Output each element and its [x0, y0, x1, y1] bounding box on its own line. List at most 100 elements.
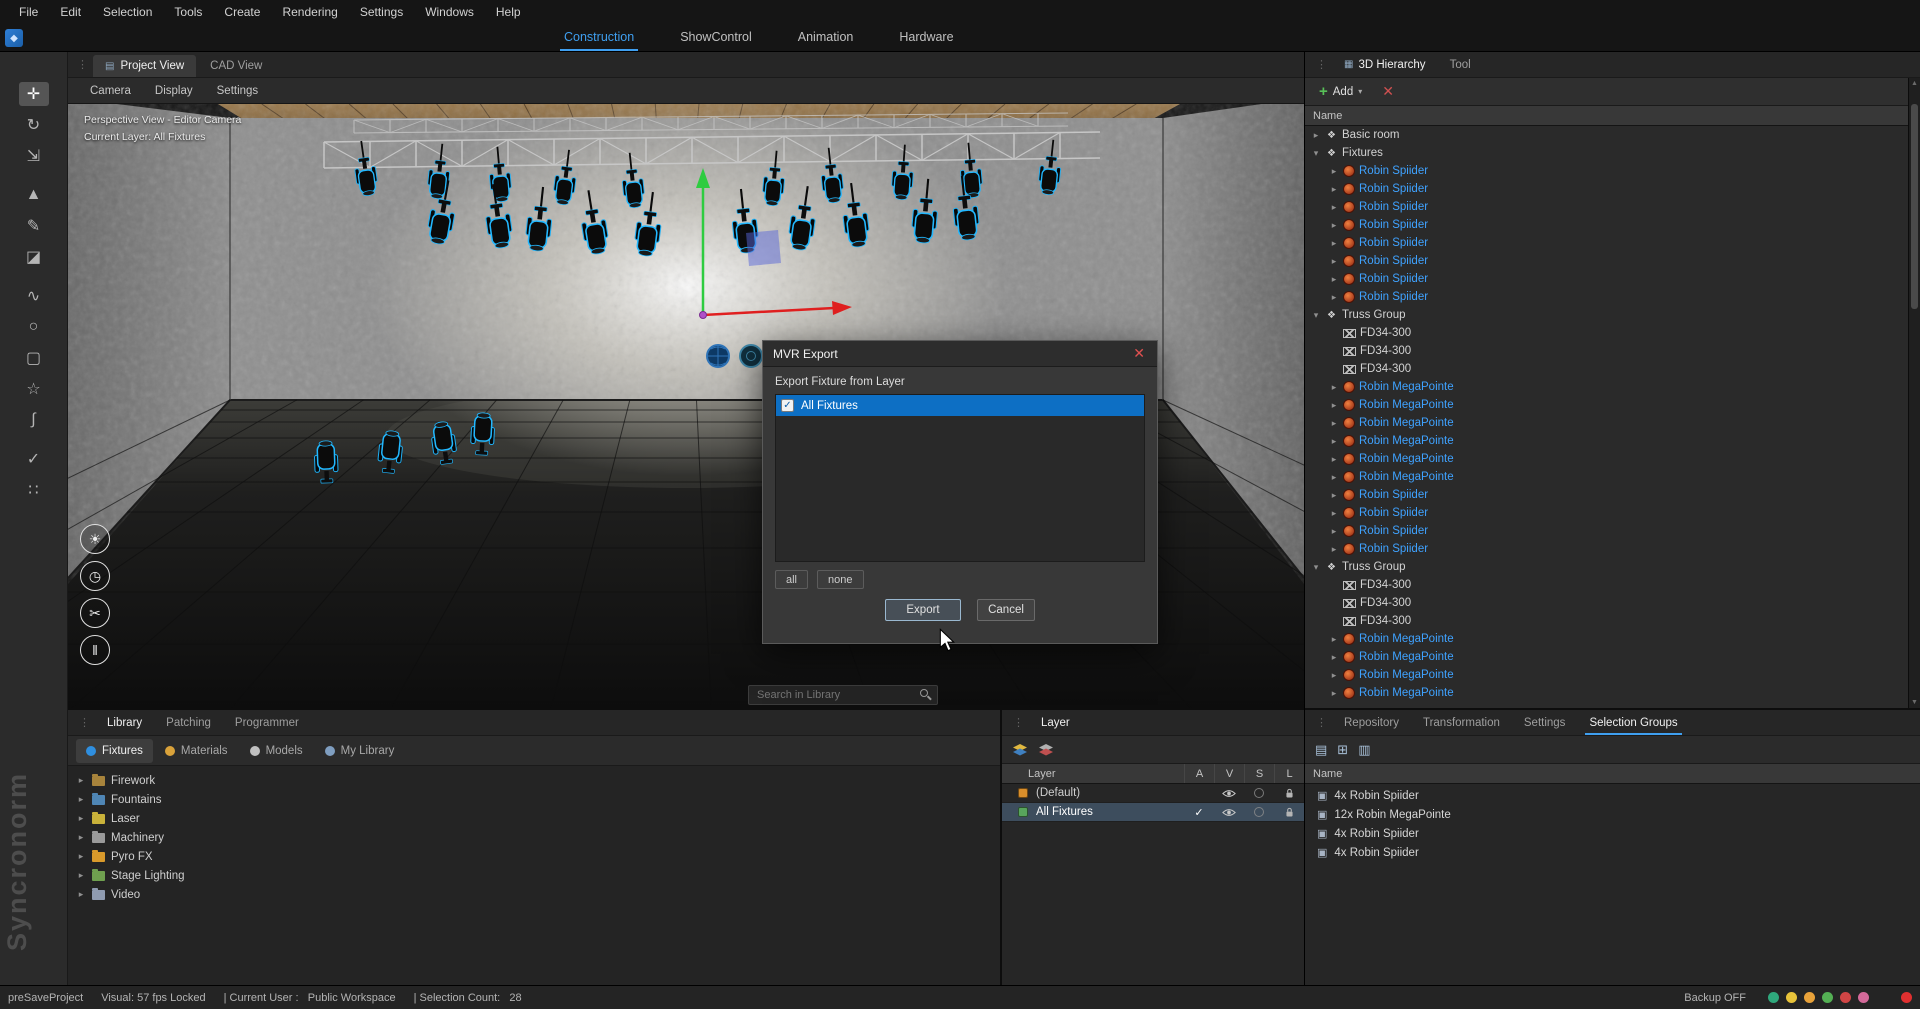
scroll-up-icon[interactable]: ▲: [1909, 80, 1920, 87]
expander-icon[interactable]: ▸: [1329, 436, 1339, 447]
layer-active-cell[interactable]: ✓: [1184, 803, 1214, 821]
light-icon[interactable]: ☀: [80, 524, 110, 554]
hierarchy-row[interactable]: ▸ ❖ Basic room: [1305, 126, 1908, 144]
star-tool[interactable]: ☆: [19, 377, 49, 401]
paint-tool[interactable]: ✎: [19, 214, 49, 238]
expander-icon[interactable]: ▸: [1329, 418, 1339, 429]
pause-icon[interactable]: ‖: [80, 635, 110, 665]
workspace-tab[interactable]: Hardware: [891, 25, 961, 51]
layer-solo-cell[interactable]: [1244, 803, 1274, 821]
groups-panel-tab[interactable]: Selection Groups: [1579, 710, 1687, 735]
hierarchy-row[interactable]: ▸ Robin Spiider: [1305, 522, 1908, 540]
more-tools[interactable]: ∷: [19, 478, 49, 502]
circle-tool[interactable]: ○: [19, 315, 49, 339]
library-folder-row[interactable]: ▸ Pyro FX: [68, 847, 1000, 866]
expander-icon[interactable]: ▸: [1329, 652, 1339, 663]
hierarchy-row[interactable]: FD34-300: [1305, 324, 1908, 342]
groups-panel-tab[interactable]: Repository: [1334, 710, 1409, 735]
expander-icon[interactable]: ▸: [76, 832, 86, 843]
library-folder-row[interactable]: ▸ Video: [68, 885, 1000, 904]
library-folder-row[interactable]: ▸ Laser: [68, 809, 1000, 828]
expander-icon[interactable]: ▸: [1329, 472, 1339, 483]
hierarchy-row[interactable]: ▸ Robin Spiider: [1305, 270, 1908, 288]
layer-panel-tab[interactable]: Layer: [1031, 710, 1080, 735]
viewport-menu-item[interactable]: Display: [143, 85, 205, 97]
compass-icon[interactable]: ◷: [80, 561, 110, 591]
lasso-tool[interactable]: ∿: [19, 284, 49, 308]
layer-active-cell[interactable]: [1184, 784, 1214, 802]
expander-icon[interactable]: ▸: [1329, 256, 1339, 267]
menu-item[interactable]: Rendering: [271, 5, 348, 19]
drag-handle-icon[interactable]: ⋮: [76, 716, 93, 729]
expander-icon[interactable]: ▸: [76, 889, 86, 900]
drag-handle-icon[interactable]: ⋮: [1010, 716, 1027, 729]
menu-item[interactable]: Selection: [92, 5, 163, 19]
viewport-tab[interactable]: CAD View: [198, 55, 274, 77]
spline-tool[interactable]: ∫: [19, 408, 49, 432]
drag-handle-icon[interactable]: ⋮: [1313, 58, 1330, 71]
hierarchy-row[interactable]: ▾ ❖ Truss Group: [1305, 306, 1908, 324]
hierarchy-row[interactable]: FD34-300: [1305, 342, 1908, 360]
delete-button[interactable]: ✕: [1376, 83, 1400, 100]
hierarchy-row[interactable]: ▸ Robin Spiider: [1305, 216, 1908, 234]
hierarchy-row[interactable]: ▸ Robin MegaPointe: [1305, 468, 1908, 486]
menu-item[interactable]: Edit: [49, 5, 92, 19]
expander-icon[interactable]: ▸: [1329, 526, 1339, 537]
app-icon[interactable]: ◆: [5, 29, 23, 47]
checkbox-icon[interactable]: ✓: [781, 399, 794, 412]
select-none-button[interactable]: none: [817, 570, 863, 589]
expander-icon[interactable]: ▸: [1329, 238, 1339, 249]
hierarchy-panel-tab[interactable]: Tool: [1440, 52, 1481, 77]
expander-icon[interactable]: ▸: [1329, 220, 1339, 231]
library-panel-tab[interactable]: Library: [97, 710, 152, 735]
cancel-button[interactable]: Cancel: [977, 599, 1035, 621]
search-input[interactable]: [748, 685, 938, 705]
layer-lock-cell[interactable]: [1274, 784, 1304, 802]
expander-icon[interactable]: ▸: [1329, 508, 1339, 519]
expander-icon[interactable]: ▸: [1329, 292, 1339, 303]
hierarchy-row[interactable]: ▸ Robin MegaPointe: [1305, 432, 1908, 450]
groups-panel-tab[interactable]: Settings: [1514, 710, 1576, 735]
hierarchy-row[interactable]: ▸ Robin Spiider: [1305, 198, 1908, 216]
layer-color-swatch[interactable]: [1018, 807, 1028, 817]
layer-lock-cell[interactable]: [1274, 803, 1304, 821]
expander-icon[interactable]: ▸: [1329, 634, 1339, 645]
drag-handle-icon[interactable]: ⋮: [1313, 716, 1330, 729]
menu-item[interactable]: Settings: [349, 5, 414, 19]
menu-item[interactable]: Create: [213, 5, 271, 19]
hierarchy-row[interactable]: ▸ Robin Spiider: [1305, 504, 1908, 522]
expander-icon[interactable]: ▾: [1311, 562, 1321, 573]
hierarchy-row[interactable]: ▸ Robin MegaPointe: [1305, 450, 1908, 468]
status-indicator[interactable]: [1840, 992, 1851, 1003]
status-indicator[interactable]: [1822, 992, 1833, 1003]
select-all-button[interactable]: all: [775, 570, 808, 589]
hierarchy-row[interactable]: ▸ Robin Spiider: [1305, 252, 1908, 270]
fill-tool[interactable]: ◪: [19, 245, 49, 269]
expander-icon[interactable]: ▸: [1329, 544, 1339, 555]
viewport-menu-item[interactable]: Settings: [205, 85, 271, 97]
scrollbar-thumb[interactable]: [1911, 104, 1918, 309]
layer-solo-cell[interactable]: [1244, 784, 1274, 802]
expander-icon[interactable]: ▸: [1329, 670, 1339, 681]
viewport-menu-item[interactable]: Camera: [78, 85, 143, 97]
expander-icon[interactable]: ▸: [1329, 454, 1339, 465]
expander-icon[interactable]: ▸: [1329, 688, 1339, 699]
filter-icon[interactable]: ▥: [1358, 742, 1370, 758]
scale-tool[interactable]: ⇲: [19, 144, 49, 168]
expander-icon[interactable]: ▸: [76, 870, 86, 881]
expander-icon[interactable]: ▸: [1329, 400, 1339, 411]
library-folder-row[interactable]: ▸ Firework: [68, 771, 1000, 790]
alert-indicator[interactable]: [1901, 992, 1912, 1003]
hierarchy-row[interactable]: ▸ Robin MegaPointe: [1305, 630, 1908, 648]
layer-visibility-cell[interactable]: [1214, 784, 1244, 802]
rect-tool[interactable]: ▢: [19, 346, 49, 370]
scroll-down-icon[interactable]: ▼: [1909, 699, 1920, 706]
status-indicator[interactable]: [1858, 992, 1869, 1003]
expander-icon[interactable]: ▸: [1329, 274, 1339, 285]
hierarchy-row[interactable]: ▸ Robin Spiider: [1305, 162, 1908, 180]
library-folder-row[interactable]: ▸ Stage Lighting: [68, 866, 1000, 885]
expander-icon[interactable]: ▸: [1329, 490, 1339, 501]
library-panel-tab[interactable]: Patching: [156, 710, 221, 735]
library-folder-row[interactable]: ▸ Fountains: [68, 790, 1000, 809]
layer-row[interactable]: All Fixtures ✓: [1002, 803, 1304, 822]
